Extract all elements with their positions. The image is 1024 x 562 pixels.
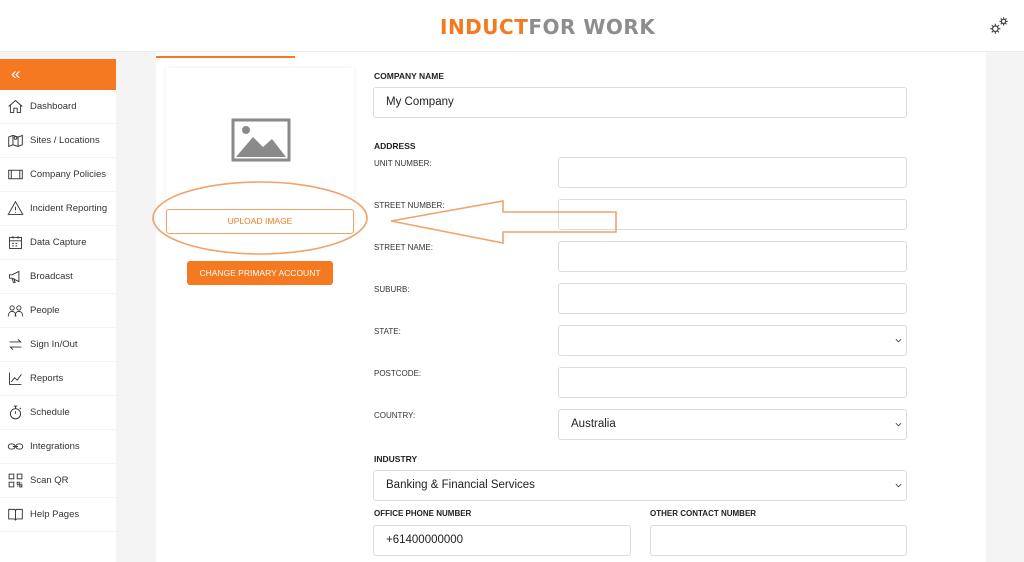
sidebar-item-label: People	[30, 305, 60, 316]
state-select[interactable]	[558, 325, 907, 356]
industry-value: Banking & Financial Services	[386, 479, 535, 491]
top-header: INDUCTFOR WORK	[0, 0, 1024, 52]
sidebar-item-sites-locations[interactable]: Sites / Locations	[0, 124, 116, 158]
home-icon	[8, 99, 23, 113]
company-name-input[interactable]: My Company	[373, 87, 907, 118]
country-value: Australia	[571, 418, 616, 430]
sidebar-item-label: Sign In/Out	[30, 339, 78, 350]
qr-icon	[8, 473, 23, 488]
sidebar-item-label: Help Pages	[30, 509, 80, 520]
change-primary-account-button[interactable]: CHANGE PRIMARY ACCOUNT	[187, 261, 333, 285]
country-label: COUNTRY:	[374, 411, 416, 420]
sidebar-collapse-button[interactable]: «	[0, 59, 116, 90]
stopwatch-icon	[9, 405, 22, 420]
office-phone-label: OFFICE PHONE NUMBER	[374, 509, 472, 518]
active-tab-indicator	[156, 56, 295, 58]
state-label: STATE:	[374, 327, 401, 336]
unit-number-input[interactable]	[558, 157, 907, 188]
sidebar-item-help-pages[interactable]: Help Pages	[0, 498, 116, 532]
warning-icon	[7, 200, 24, 215]
industry-select[interactable]: Banking & Financial Services	[373, 470, 907, 501]
company-name-value: My Company	[386, 96, 454, 108]
unit-number-label: UNIT NUMBER:	[374, 159, 432, 168]
chevron-down-icon	[895, 338, 902, 343]
calendar-icon	[9, 236, 22, 249]
sidebar-item-label: Reports	[30, 373, 64, 384]
people-icon	[7, 305, 24, 317]
office-phone-value: +61400000000	[386, 534, 464, 546]
street-number-label: STREET NUMBER:	[374, 201, 445, 210]
company-logo-preview	[166, 68, 354, 226]
address-heading: ADDRESS	[374, 141, 416, 151]
gears-icon[interactable]	[988, 15, 1010, 37]
sidebar-item-integrations[interactable]: Integrations	[0, 430, 116, 464]
megaphone-icon	[9, 270, 20, 283]
street-name-input[interactable]	[558, 241, 907, 272]
sidebar-item-label: Data Capture	[30, 237, 87, 248]
sidebar-item-incident-reporting[interactable]: Incident Reporting	[0, 192, 116, 226]
app-logo[interactable]: INDUCTFOR WORK	[440, 15, 655, 39]
link-icon	[7, 443, 24, 450]
other-contact-input[interactable]	[650, 525, 907, 556]
sidebar-item-label: Scan QR	[30, 475, 69, 486]
upload-image-button[interactable]: UPLOAD IMAGE	[166, 209, 354, 234]
sidebar-item-company-policies[interactable]: Company Policies	[0, 158, 116, 192]
chevron-down-icon	[895, 422, 902, 427]
country-select[interactable]: Australia	[558, 409, 907, 440]
sidebar-item-broadcast[interactable]: Broadcast	[0, 260, 116, 294]
sidebar-item-dashboard[interactable]: Dashboard	[0, 90, 116, 124]
sidebar-item-data-capture[interactable]: Data Capture	[0, 226, 116, 260]
sidebar-item-label: Dashboard	[30, 101, 77, 112]
suburb-label: SUBURB:	[374, 285, 410, 294]
company-details-panel: UPLOAD IMAGE CHANGE PRIMARY ACCOUNT COMP…	[156, 52, 986, 562]
chevron-down-icon	[895, 483, 902, 488]
sidebar-item-people[interactable]: People	[0, 294, 116, 328]
logo-part-induct: INDUCT	[440, 15, 529, 39]
other-contact-label: OTHER CONTACT NUMBER	[650, 509, 757, 518]
sidebar-item-scan-qr[interactable]: Scan QR	[0, 464, 116, 498]
postcode-input[interactable]	[558, 367, 907, 398]
company-name-label: COMPANY NAME	[374, 71, 445, 81]
sidebar-item-label: Incident Reporting	[30, 203, 108, 214]
industry-label: INDUSTRY	[374, 454, 418, 464]
street-name-label: STREET NAME:	[374, 243, 433, 252]
swap-icon	[9, 339, 22, 350]
book-icon	[8, 508, 23, 521]
logo-part-for-work: FOR WORK	[528, 15, 656, 39]
street-number-input[interactable]	[558, 199, 907, 230]
image-placeholder-icon	[231, 118, 291, 162]
map-icon	[8, 134, 23, 148]
sidebar-item-label: Company Policies	[30, 169, 107, 180]
office-phone-input[interactable]: +61400000000	[373, 525, 631, 556]
suburb-input[interactable]	[558, 283, 907, 314]
sidebar-item-label: Sites / Locations	[30, 135, 100, 146]
chart-icon	[9, 372, 22, 385]
sidebar-item-reports[interactable]: Reports	[0, 362, 116, 396]
sidebar-item-label: Schedule	[30, 407, 70, 418]
sidebar-item-label: Integrations	[30, 441, 80, 452]
sidebar: « Dashboard Sites / Locations Company Po…	[0, 59, 116, 562]
sidebar-item-sign-in-out[interactable]: Sign In/Out	[0, 328, 116, 362]
sidebar-item-schedule[interactable]: Schedule	[0, 396, 116, 430]
film-icon	[8, 169, 23, 180]
postcode-label: POSTCODE:	[374, 369, 422, 378]
sidebar-item-label: Broadcast	[30, 271, 73, 282]
